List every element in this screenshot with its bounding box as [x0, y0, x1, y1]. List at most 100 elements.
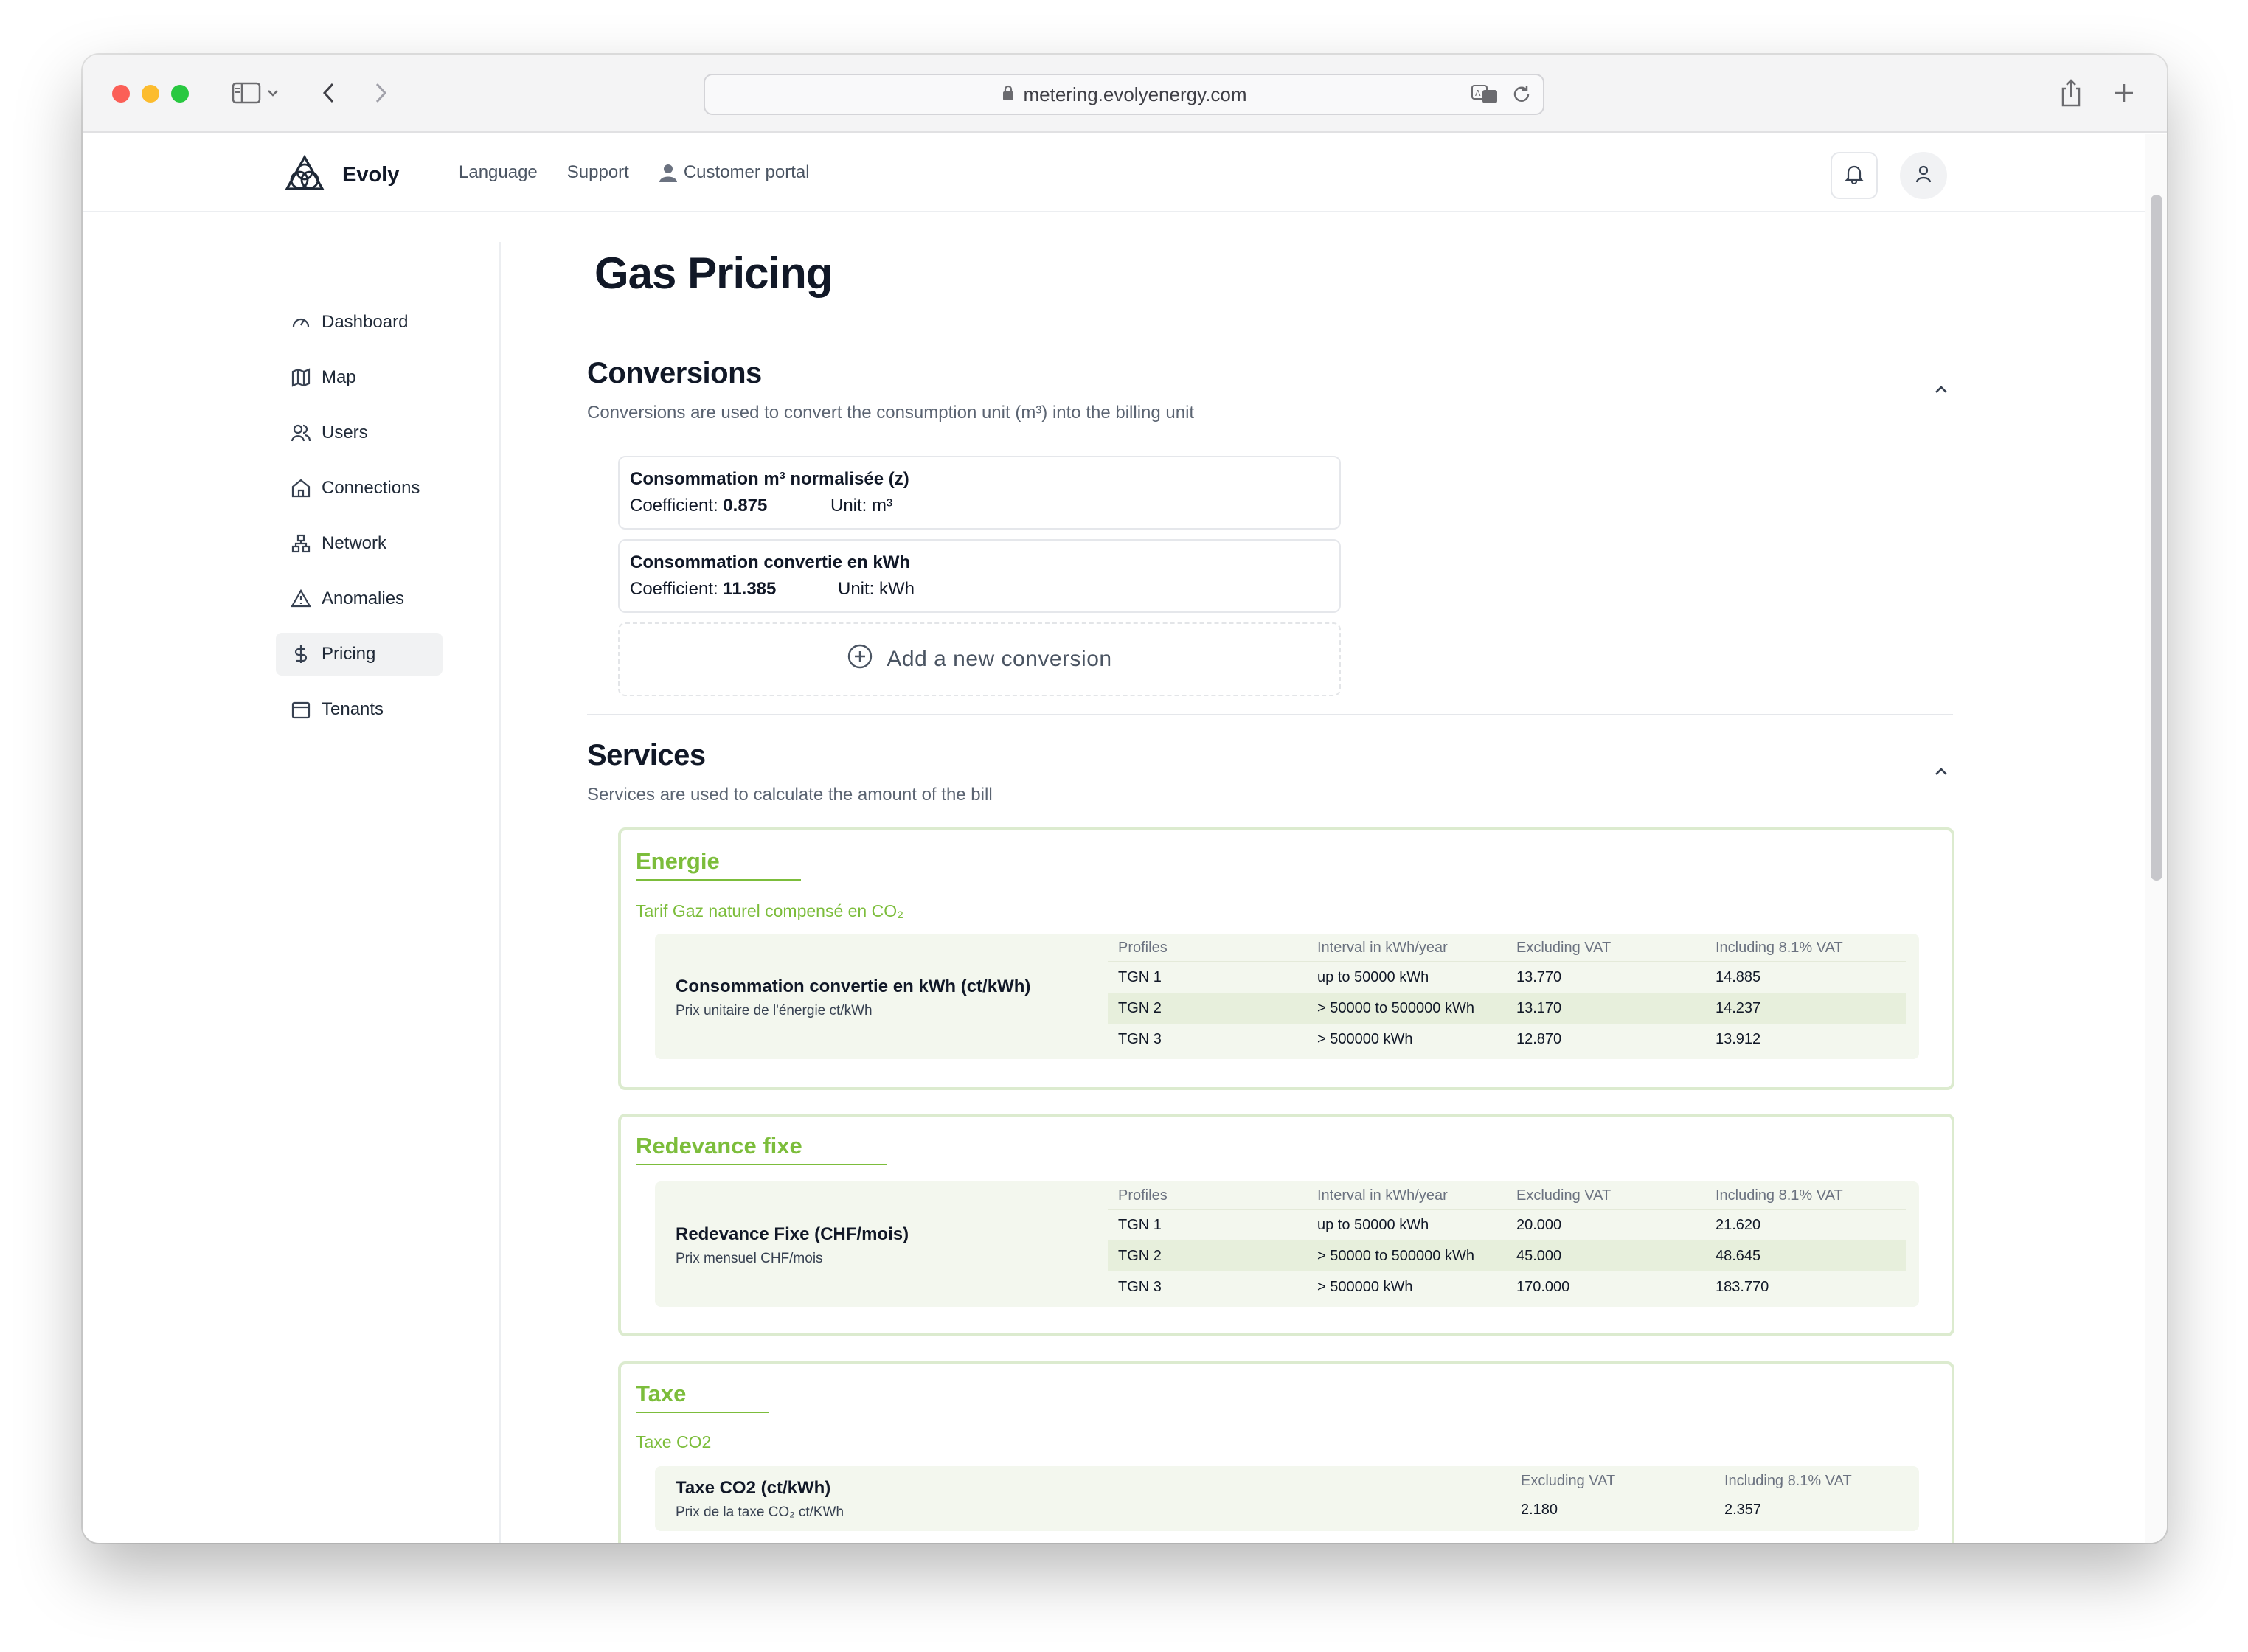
services-description: Services are used to calculate the amoun… — [587, 785, 993, 805]
sidebar: Dashboard Map Users Connections Network … — [83, 214, 500, 1543]
table-cell: TGN 2 — [1108, 993, 1307, 1024]
unit-label: Unit: — [830, 496, 867, 516]
brand-name: Evoly — [342, 163, 400, 187]
table-cell: 13.912 — [1716, 1030, 1761, 1047]
table-header-row: Profiles Interval in kWh/year Excluding … — [1108, 1183, 1906, 1210]
sidebar-divider — [499, 242, 501, 1543]
collapse-services-button[interactable] — [1929, 761, 1953, 785]
sidebar-item-label: Tenants — [322, 699, 384, 719]
service-title: Taxe — [636, 1381, 687, 1406]
sidebar-item-map[interactable]: Map — [276, 356, 443, 399]
conversion-card[interactable]: Consommation m³ normalisée (z) Coefficie… — [618, 456, 1341, 530]
table-row: TGN 3 > 500000 kWh 12.870 13.912 — [1108, 1024, 1906, 1055]
plus-circle-icon — [847, 643, 873, 676]
sidebar-item-label: Anomalies — [322, 589, 405, 608]
sidebar-item-network[interactable]: Network — [276, 522, 443, 565]
nav-customer-portal-link[interactable]: Customer portal — [659, 162, 810, 183]
person-icon — [659, 163, 678, 182]
table-cell: TGN 3 — [1118, 1030, 1162, 1047]
table-cell: 48.645 — [1705, 1240, 1906, 1271]
table-cell: 20.000 — [1516, 1217, 1562, 1233]
table-cell: 45.000 — [1506, 1240, 1705, 1271]
service-title: Redevance fixe — [636, 1133, 802, 1159]
browser-window: metering.evolyenergy.com A Evoly Languag… — [83, 55, 2167, 1543]
top-nav: Language Support Customer portal — [459, 162, 810, 183]
table-cell: 183.770 — [1716, 1278, 1769, 1295]
sidebar-item-label: Map — [322, 367, 356, 387]
close-window-button[interactable] — [112, 85, 130, 103]
table-cell: > 500000 kWh — [1317, 1278, 1413, 1295]
table-cell: > 50000 to 500000 kWh — [1307, 1240, 1506, 1271]
sidebar-item-label: Connections — [322, 478, 420, 498]
share-icon[interactable] — [2053, 75, 2089, 111]
nav-language-link[interactable]: Language — [459, 162, 538, 183]
column-header: Including 8.1% VAT — [1724, 1472, 1852, 1489]
table-row: TGN 3 > 500000 kWh 170.000 183.770 — [1108, 1271, 1906, 1302]
table-cell: TGN 3 — [1118, 1278, 1162, 1295]
table-header-row: Excluding VAT Including 8.1% VAT — [1510, 1468, 1909, 1494]
table-cell: 21.620 — [1716, 1217, 1761, 1233]
unit-value: m³ — [872, 496, 893, 516]
section-divider — [587, 714, 1953, 715]
column-header: Including 8.1% VAT — [1705, 1183, 1906, 1210]
sidebar-toggle-icon[interactable] — [229, 75, 264, 111]
scrollbar-thumb[interactable] — [2151, 195, 2162, 881]
new-tab-icon[interactable] — [2106, 75, 2142, 111]
sidebar-item-pricing[interactable]: Pricing — [276, 633, 443, 676]
sidebar-item-tenants[interactable]: Tenants — [276, 688, 443, 731]
service-item-label: Consommation convertie en kWh (ct/kWh) P… — [676, 976, 1030, 1019]
reload-icon[interactable] — [1510, 83, 1533, 111]
service-title-underline — [636, 1412, 769, 1413]
address-bar[interactable]: metering.evolyenergy.com A — [704, 74, 1544, 115]
table-cell: TGN 1 — [1118, 969, 1162, 985]
sidebar-item-label: Pricing — [322, 644, 376, 664]
add-conversion-button[interactable]: Add a new conversion — [618, 622, 1341, 696]
conversion-card[interactable]: Consommation convertie en kWh Coefficien… — [618, 539, 1341, 613]
conversions-title: Conversions — [587, 357, 762, 389]
table-row: 2.180 2.357 — [1510, 1494, 1909, 1525]
sidebar-item-users[interactable]: Users — [276, 412, 443, 454]
table-row: TGN 2 > 50000 to 500000 kWh 13.170 14.23… — [1108, 993, 1906, 1024]
user-menu-button[interactable] — [1900, 152, 1947, 199]
chevron-down-icon[interactable] — [264, 75, 282, 111]
conversions-description: Conversions are used to convert the cons… — [587, 403, 1195, 423]
coefficient-label: Coefficient: — [630, 496, 718, 516]
service-title-underline — [636, 879, 801, 881]
table-cell: > 500000 kWh — [1317, 1030, 1413, 1047]
translate-icon[interactable]: A — [1471, 83, 1500, 111]
home-icon — [291, 478, 311, 499]
service-subtitle: Tarif Gaz naturel compensé en CO₂ — [636, 901, 904, 920]
forward-icon[interactable] — [363, 75, 398, 111]
sidebar-item-anomalies[interactable]: Anomalies — [276, 577, 443, 620]
coefficient-value: 11.385 — [723, 579, 777, 599]
minimize-window-button[interactable] — [142, 85, 159, 103]
conversion-meta: Coefficient: 0.875 Unit: m³ — [630, 496, 1329, 516]
back-icon[interactable] — [311, 75, 347, 111]
nav-support-link[interactable]: Support — [567, 162, 629, 183]
pricing-table: Profiles Interval in kWh/year Excluding … — [1108, 1183, 1906, 1302]
collapse-conversions-button[interactable] — [1929, 379, 1953, 403]
service-item[interactable]: Taxe CO2 (ct/kWh) Prix de la taxe CO₂ ct… — [655, 1466, 1919, 1531]
service-item-label: Redevance Fixe (CHF/mois) Prix mensuel C… — [676, 1224, 909, 1267]
zoom-window-button[interactable] — [171, 85, 189, 103]
notifications-button[interactable] — [1831, 152, 1878, 199]
pricing-table: Excluding VAT Including 8.1% VAT 2.180 2… — [1510, 1468, 1909, 1525]
service-item[interactable]: Consommation convertie en kWh (ct/kWh) P… — [655, 934, 1919, 1059]
conversion-meta: Coefficient: 11.385 Unit: kWh — [630, 579, 1329, 600]
tab-overview-icon[interactable] — [2162, 75, 2167, 111]
brand-logo-link[interactable]: Evoly — [285, 154, 400, 195]
service-card-redevance-fixe: Redevance fixe Redevance Fixe (CHF/mois)… — [618, 1114, 1954, 1336]
network-icon — [291, 533, 311, 554]
table-row: TGN 2 > 50000 to 500000 kWh 45.000 48.64… — [1108, 1240, 1906, 1271]
users-icon — [291, 423, 311, 443]
service-item-title: Redevance Fixe (CHF/mois) — [676, 1224, 909, 1244]
service-item[interactable]: Redevance Fixe (CHF/mois) Prix mensuel C… — [655, 1181, 1919, 1307]
dollar-icon — [291, 644, 311, 664]
sidebar-item-dashboard[interactable]: Dashboard — [276, 301, 443, 344]
coefficient-label: Coefficient: — [630, 579, 718, 599]
column-header: Including 8.1% VAT — [1705, 935, 1906, 962]
service-item-desc: Prix de la taxe CO₂ ct/KWh — [676, 1504, 844, 1520]
map-icon — [291, 367, 311, 388]
table-header-row: Profiles Interval in kWh/year Excluding … — [1108, 935, 1906, 962]
sidebar-item-connections[interactable]: Connections — [276, 467, 443, 510]
